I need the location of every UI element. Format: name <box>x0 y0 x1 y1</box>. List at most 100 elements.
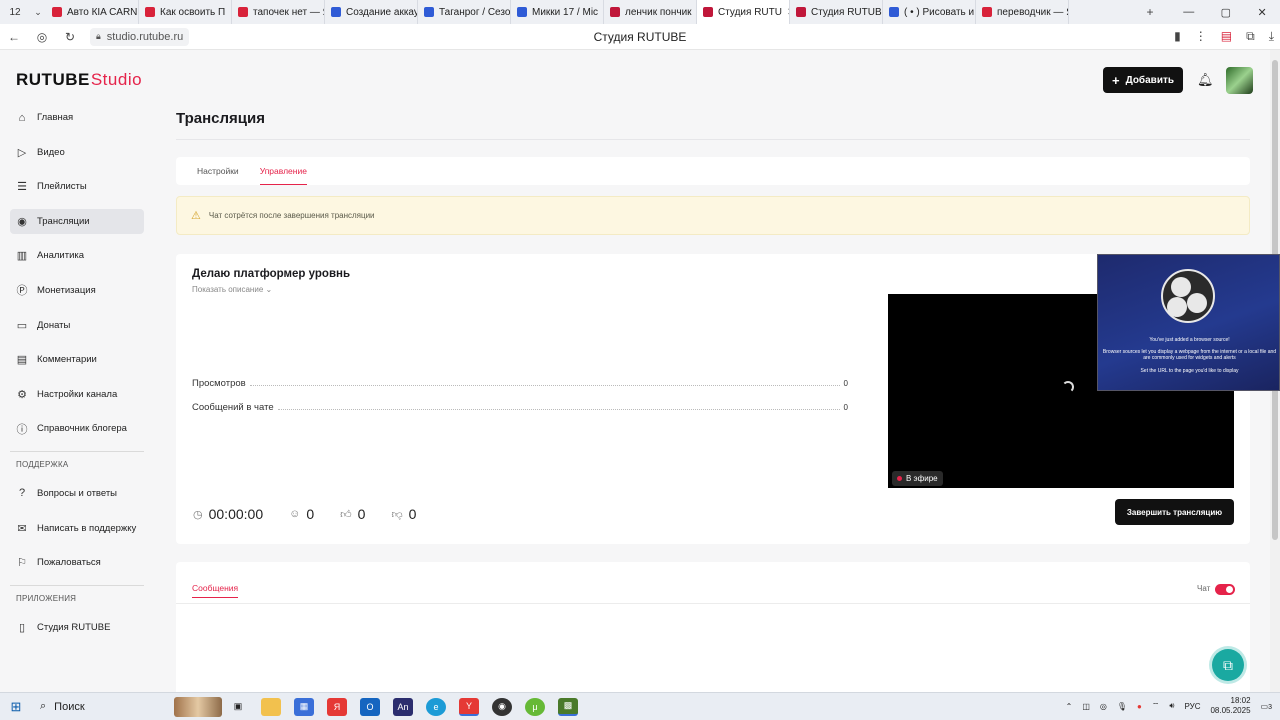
new-tab-button[interactable]: + <box>1130 5 1170 19</box>
dislikes-value: 0 <box>408 506 417 522</box>
search-icon: ⌕ <box>40 700 47 712</box>
end-stream-button[interactable]: Завершить трансляцию <box>1115 499 1234 525</box>
sidebar-item[interactable]: ? Вопросы и ответы <box>10 481 144 506</box>
download-icon[interactable]: ⤓ <box>1269 29 1274 44</box>
chat-toggle-label: Чат <box>1197 584 1211 593</box>
comments-icon: ▤ <box>16 354 28 367</box>
app-header: RUTUBEStudio + Добавить 🔔︎ <box>0 50 1268 112</box>
sidebar-item[interactable]: ▷ Видео <box>10 140 144 165</box>
support-chat-button[interactable]: ⧉ <box>1212 649 1244 681</box>
tab-management[interactable]: Управление <box>259 157 308 185</box>
browser-tab[interactable]: Студия RUTUBE <box>790 0 883 24</box>
info-icon: ⓘ <box>16 423 28 436</box>
tray-app-icon[interactable]: ● <box>1137 702 1142 711</box>
sidebar-item[interactable]: ◉ Трансляции <box>10 208 144 234</box>
sidebar-item[interactable]: ▯ Студия RUTUBE <box>10 615 144 640</box>
browser-tab[interactable]: ленчик пончик <box>604 0 697 24</box>
add-button[interactable]: + Добавить <box>1103 67 1183 93</box>
sidebar-divider <box>10 450 144 452</box>
outlook-icon[interactable]: O <box>360 697 380 716</box>
browser-tab[interactable]: ( • ) Рисовать и <box>883 0 976 24</box>
sidebar-item[interactable]: ⚐ Пожаловаться <box>10 550 144 575</box>
game-app-icon[interactable]: ▩ <box>558 697 578 716</box>
browser-tab[interactable]: Авто КIA CARNI <box>46 0 139 24</box>
collections-icon[interactable]: ⧉ <box>1246 29 1255 44</box>
stat-value: 0 <box>843 403 848 412</box>
url-field[interactable]: 🔒︎ studio.rutube.ru <box>90 27 190 46</box>
tab-settings[interactable]: Настройки <box>197 157 239 185</box>
tabs-dropdown-icon[interactable]: ⌄ <box>30 7 46 18</box>
browser-tabstrip: 12 ⌄ Авто КIA CARNI Как освоить П тапочек … <box>0 0 1280 24</box>
obs-taskbar-icon[interactable]: ◉ <box>492 697 512 716</box>
tab-messages[interactable]: Сообщения <box>192 583 239 598</box>
avatar[interactable] <box>1226 67 1253 94</box>
sidebar-item-label: Трансляции <box>37 215 90 227</box>
chat-toggle[interactable] <box>1215 584 1235 595</box>
tray-app-icon[interactable]: ◎ <box>1100 702 1107 711</box>
yandex-icon[interactable]: Я <box>327 697 347 716</box>
yandex-browser-icon[interactable]: Y <box>459 697 479 716</box>
network-icon[interactable]: ⌔ <box>1152 701 1160 711</box>
notifications-bell-icon[interactable]: 🔔︎ <box>1197 72 1214 88</box>
sidebar-item[interactable]: ⌂ Главная <box>10 105 144 130</box>
browser-tab[interactable]: Студия RUTU✕ <box>697 0 790 24</box>
sidebar-item[interactable]: ⚙ Настройки канала <box>10 382 144 407</box>
sidebar-item[interactable]: ▤ Комментарии <box>10 347 144 372</box>
sidebar-item-label: Главная <box>37 112 74 123</box>
stat-label: Сообщений в чате <box>192 402 274 413</box>
plus-icon: + <box>1111 72 1120 88</box>
extension-icon[interactable]: ▤ <box>1221 29 1232 44</box>
tab-label: ленчик пончик <box>625 6 692 18</box>
rutube-studio-logo[interactable]: RUTUBEStudio <box>16 70 142 90</box>
browser-tab[interactable]: Создание аккау <box>325 0 418 24</box>
browser-tab[interactable]: Таганрог / Сезо <box>418 0 511 24</box>
file-explorer-icon[interactable] <box>261 697 281 716</box>
clock[interactable]: 18:02 08.05.2025 <box>1210 696 1250 716</box>
thumbs-up-icon: 👍︎ <box>340 508 352 521</box>
dislikes-stat: 👎︎ 0 <box>391 506 416 522</box>
sidebar-item[interactable]: ✉ Написать в поддержку <box>10 516 144 541</box>
tab-count[interactable]: 12 <box>0 7 30 18</box>
reload-button[interactable]: ↻ <box>56 30 84 44</box>
menu-icon[interactable]: ⋮ <box>1195 29 1207 44</box>
help-icon: ? <box>18 487 26 500</box>
edge-icon[interactable]: e <box>426 697 446 716</box>
protect-icon[interactable]: ◎ <box>28 30 56 44</box>
sidebar-item[interactable]: ▥ Аналитика <box>10 243 144 268</box>
stat-value: 0 <box>843 379 848 388</box>
taskbar-search[interactable]: ⌕ Поиск <box>32 696 222 717</box>
sidebar-item[interactable]: Ⓟ Монетизация <box>10 278 144 303</box>
warning-icon: ⚠ <box>191 210 201 222</box>
task-view-icon[interactable]: ▣ <box>228 698 248 716</box>
store-icon[interactable]: ▦ <box>294 697 314 716</box>
sidebar-item[interactable]: ▭ Донаты <box>10 313 144 338</box>
utorrent-icon[interactable]: μ <box>525 697 545 716</box>
stat-label: Просмотров <box>192 378 246 389</box>
sidebar-item[interactable]: ⓘ Справочник блогера <box>10 416 144 441</box>
close-icon[interactable]: ✕ <box>1258 6 1267 19</box>
tab-favicon-icon <box>796 7 806 17</box>
maximize-icon[interactable]: ▢ <box>1221 6 1231 19</box>
animate-icon[interactable]: An <box>393 697 413 716</box>
tab-label: Авто КIA CARNI <box>67 6 139 18</box>
browser-tab[interactable]: Микки 17 / Mic <box>511 0 604 24</box>
language-indicator[interactable]: РУС <box>1184 702 1200 711</box>
browser-tab[interactable]: тапочек нет — Я <box>232 0 325 24</box>
show-description-link[interactable]: Показать описание ⌄ <box>192 285 272 294</box>
add-button-label: Добавить <box>1125 74 1175 86</box>
tray-app-icon[interactable]: ◫ <box>1082 702 1090 711</box>
back-button[interactable]: ← <box>0 30 28 44</box>
volume-icon[interactable]: 🔊︎ <box>1169 701 1174 711</box>
browser-tab[interactable]: переводчик — Я <box>976 0 1069 24</box>
microphone-icon[interactable]: 🎙︎ <box>1117 702 1127 711</box>
sidebar-item[interactable]: ☰ Плейлисты <box>10 174 144 199</box>
bookmark-icon[interactable]: ▮ <box>1174 29 1181 44</box>
start-button[interactable]: ⊞ <box>0 699 32 715</box>
tab-favicon-icon <box>610 7 620 17</box>
tray-chevron-icon[interactable]: ⌃ <box>1066 702 1073 711</box>
tab-favicon-icon <box>52 7 62 17</box>
minimize-icon[interactable]: — <box>1183 6 1194 19</box>
likes-stat: 👍︎ 0 <box>340 506 365 522</box>
browser-tab[interactable]: Как освоить П <box>139 0 232 24</box>
notifications-badge[interactable]: ▭3 <box>1261 702 1272 711</box>
